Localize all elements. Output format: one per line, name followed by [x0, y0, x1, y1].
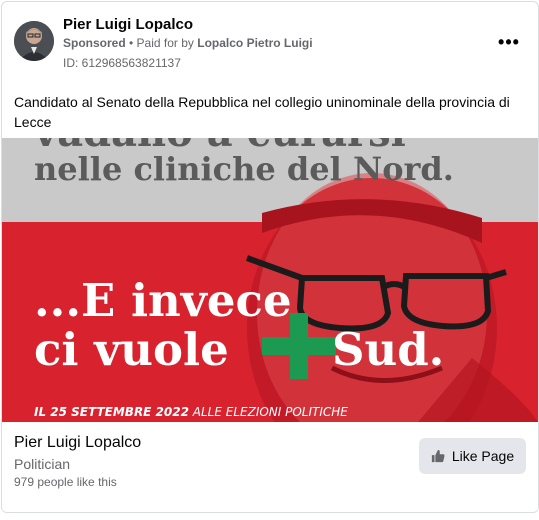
cta-likes-count: 979 people like this: [14, 475, 117, 489]
thumbs-up-icon: [431, 449, 445, 463]
creative-graphic: vadano a curarsi nelle cliniche del Nord…: [2, 138, 538, 422]
avatar[interactable]: [14, 21, 54, 61]
cta-footer: Pier Luigi Lopalco Politician 979 people…: [2, 422, 538, 512]
post-header: Pier Luigi Lopalco Sponsored • Paid for …: [2, 2, 538, 82]
ad-creative-image[interactable]: vadano a curarsi nelle cliniche del Nord…: [2, 138, 538, 422]
creative-date-line: IL 25 SETTEMBRE 2022 ALLE ELEZIONI POLIT…: [34, 405, 348, 419]
like-page-label: Like Page: [451, 448, 515, 464]
more-horizontal-icon[interactable]: •••: [496, 29, 522, 55]
paid-for-name[interactable]: Lopalco Pietro Luigi: [197, 36, 312, 50]
like-page-button[interactable]: Like Page: [419, 438, 526, 474]
cta-page-name[interactable]: Pier Luigi Lopalco: [14, 434, 141, 452]
creative-main-line1: ...E invece: [34, 274, 292, 327]
creative-main-line2a: ci vuole: [34, 323, 229, 376]
page-name[interactable]: Pier Luigi Lopalco: [63, 16, 193, 33]
paid-for-prefix: Paid for by: [136, 36, 198, 50]
sponsored-label: Sponsored: [63, 36, 126, 50]
ad-card: Pier Luigi Lopalco Sponsored • Paid for …: [1, 1, 539, 513]
separator: •: [125, 36, 137, 50]
creative-top-line: nelle cliniche del Nord.: [34, 150, 454, 188]
ad-id: ID: 612968563821137: [63, 56, 181, 70]
creative-date-bold: IL 25 SETTEMBRE 2022: [34, 405, 189, 419]
creative-date-rest: ALLE ELEZIONI POLITICHE: [189, 405, 348, 419]
post-body-text: Candidato al Senato della Repubblica nel…: [14, 94, 510, 130]
creative-main-line2b: Sud.: [332, 323, 444, 376]
avatar-image: [14, 21, 54, 61]
cta-category: Politician: [14, 456, 71, 472]
sponsored-line: Sponsored • Paid for by Lopalco Pietro L…: [63, 36, 313, 50]
